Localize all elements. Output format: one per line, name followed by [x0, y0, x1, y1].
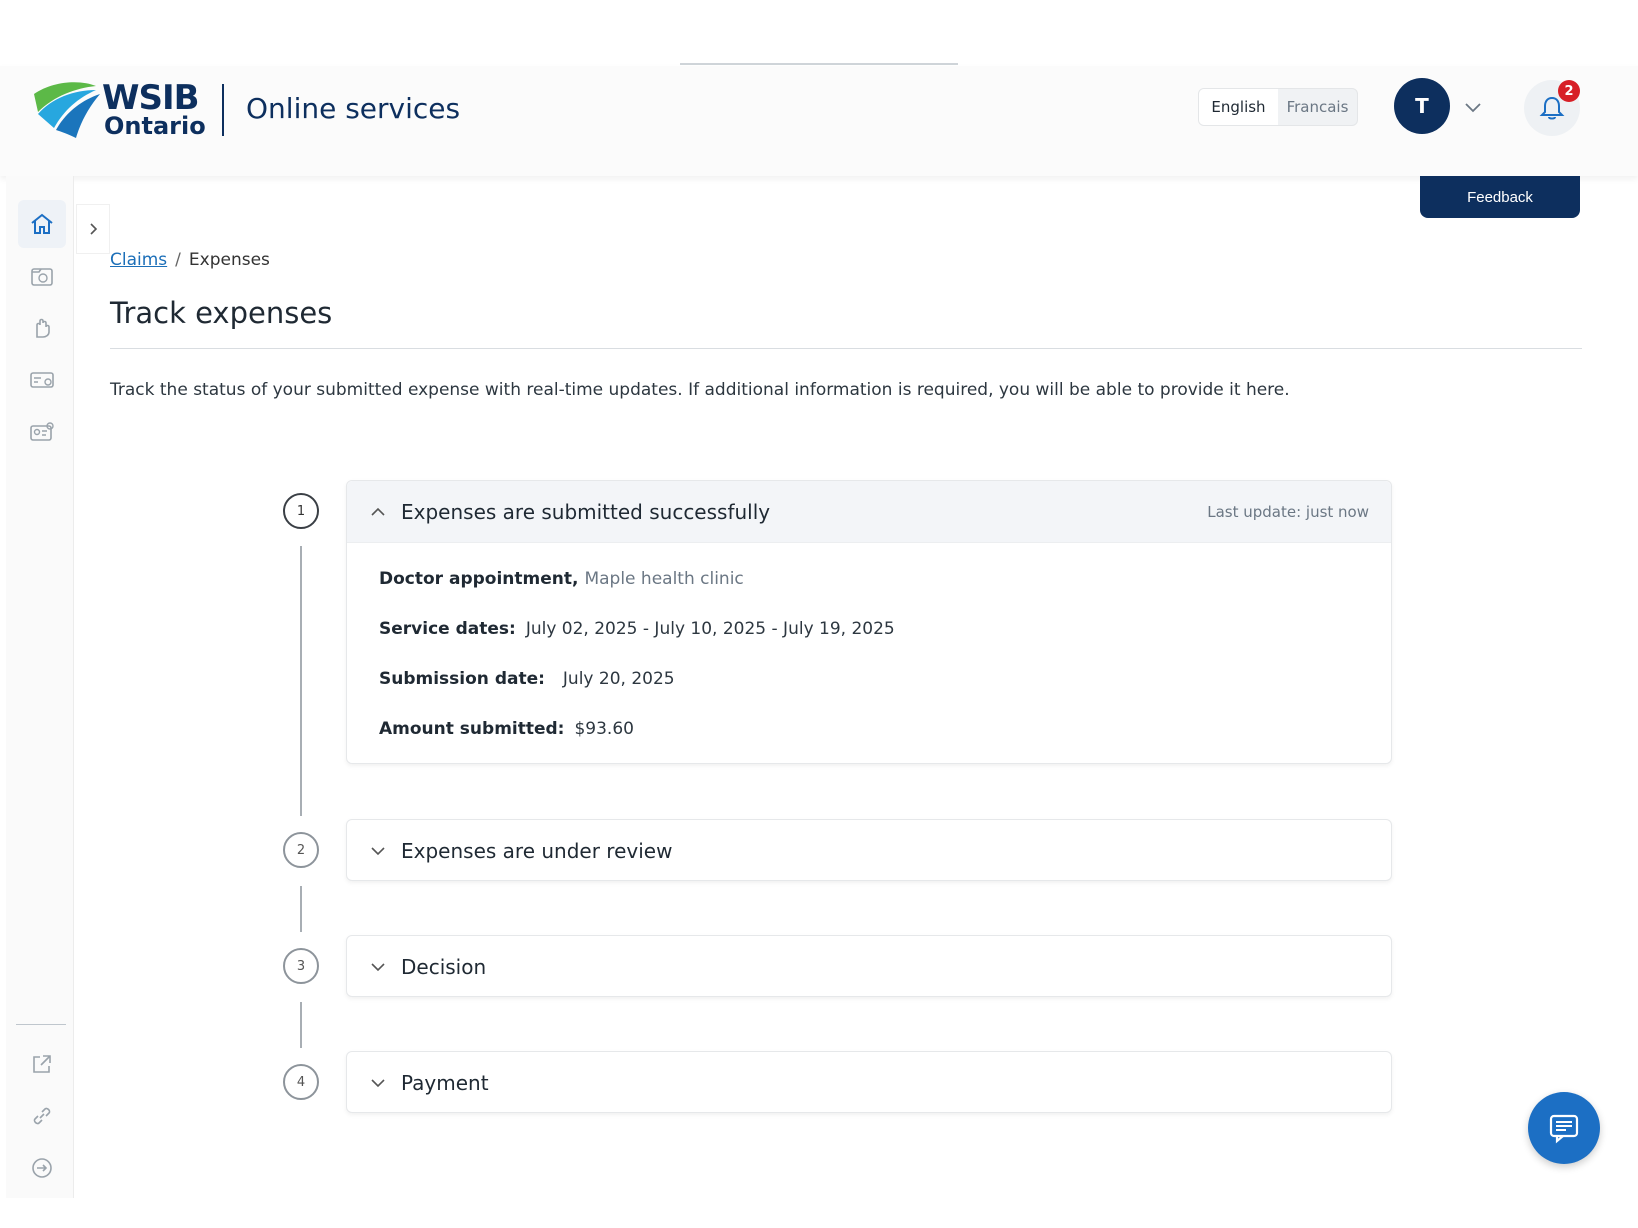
feedback-button[interactable]: Feedback	[1420, 176, 1580, 218]
breadcrumb: Claims / Expenses	[110, 250, 270, 270]
logo-region: Ontario	[104, 112, 206, 140]
step-header-payment[interactable]: Payment	[347, 1052, 1391, 1114]
hand-icon	[36, 318, 50, 338]
appointment-label: Doctor appointment,	[379, 569, 579, 589]
breadcrumb-separator: /	[175, 250, 181, 270]
sidebar-item-claims[interactable]	[18, 252, 66, 300]
step-card-review: Expenses are under review	[346, 819, 1392, 881]
profile-card-icon	[30, 422, 54, 441]
step-title: Payment	[401, 1071, 489, 1095]
step-title: Decision	[401, 955, 487, 979]
lang-english-button[interactable]: English	[1199, 89, 1278, 125]
appointment-row: Doctor appointment, Maple health clinic	[379, 569, 1359, 593]
chat-icon	[1549, 1114, 1579, 1144]
amount-label: Amount submitted:	[379, 719, 565, 739]
sidebar-item-logout[interactable]	[18, 1144, 66, 1192]
sidebar	[6, 176, 74, 1198]
chevron-down-icon	[371, 963, 385, 972]
sidebar-item-links[interactable]	[18, 1092, 66, 1140]
step-number-1: 1	[283, 493, 319, 529]
step-number-4: 4	[283, 1064, 319, 1100]
lang-french-button[interactable]: Francais	[1278, 89, 1357, 125]
service-dates-row: Service dates: July 02, 2025 - July 10, 2…	[379, 619, 1359, 643]
sidebar-item-care[interactable]	[18, 304, 66, 352]
chevron-down-icon[interactable]	[1462, 96, 1484, 118]
title-divider	[110, 348, 1582, 349]
chevron-right-icon	[90, 223, 98, 235]
payments-card-icon	[30, 372, 54, 388]
claims-folder-icon	[31, 268, 53, 286]
step-title: Expenses are under review	[401, 839, 673, 863]
app-title: Online services	[246, 92, 461, 125]
page-intro: Track the status of your submitted expen…	[110, 380, 1290, 400]
wsib-swoosh-icon	[34, 82, 100, 138]
sidebar-expand-button[interactable]	[76, 204, 110, 254]
submission-date-value: July 20, 2025	[562, 669, 675, 689]
page-title: Track expenses	[110, 296, 333, 330]
header-divider	[222, 84, 224, 136]
step-title: Expenses are submitted successfully	[401, 499, 771, 524]
submission-date-label: Submission date:	[379, 669, 545, 689]
chevron-down-icon	[371, 1079, 385, 1088]
notification-badge: 2	[1558, 80, 1580, 102]
breadcrumb-current: Expenses	[188, 250, 270, 270]
sidebar-divider	[16, 1024, 66, 1025]
breadcrumb-claims-link[interactable]: Claims	[110, 250, 167, 270]
appointment-provider: Maple health clinic	[584, 569, 744, 589]
site-header: WSIB Ontario Online services English Fra…	[0, 66, 1638, 176]
service-dates-value: July 02, 2025 - July 10, 2025 - July 19,…	[525, 619, 895, 639]
sidebar-item-profile[interactable]	[18, 408, 66, 456]
step-number-2: 2	[283, 832, 319, 868]
amount-value: $93.60	[574, 719, 634, 739]
amount-row: Amount submitted: $93.60	[379, 719, 1359, 743]
top-strip	[0, 0, 1638, 65]
timeline-connector	[300, 1002, 302, 1048]
language-switcher: English Francais	[1198, 88, 1358, 126]
step-details: Doctor appointment, Maple health clinic S…	[347, 543, 1391, 779]
submission-date-row: Submission date: July 20, 2025	[379, 669, 1359, 693]
sidebar-item-payments[interactable]	[18, 356, 66, 404]
timeline-connector	[300, 886, 302, 932]
step-number-3: 3	[283, 948, 319, 984]
step-card-submitted: Expenses are submitted successfully Last…	[346, 480, 1392, 764]
step-header-submitted[interactable]: Expenses are submitted successfully Last…	[347, 481, 1391, 543]
top-strip-line	[680, 63, 958, 65]
home-icon	[31, 213, 53, 234]
link-icon	[33, 1107, 51, 1125]
step-header-review[interactable]: Expenses are under review	[347, 820, 1391, 882]
sidebar-item-external[interactable]	[18, 1040, 66, 1088]
external-link-icon	[33, 1055, 51, 1073]
step-card-decision: Decision	[346, 935, 1392, 997]
chevron-up-icon	[371, 507, 385, 516]
chat-button[interactable]	[1528, 1092, 1600, 1164]
timeline-connector	[300, 546, 302, 816]
last-update-text: Last update: just now	[1207, 503, 1369, 521]
step-header-decision[interactable]: Decision	[347, 936, 1391, 998]
sidebar-item-home[interactable]	[18, 200, 66, 248]
chevron-down-icon	[371, 847, 385, 856]
user-avatar[interactable]: T	[1394, 78, 1450, 134]
step-card-payment: Payment	[346, 1051, 1392, 1113]
logout-icon	[32, 1158, 52, 1178]
service-dates-label: Service dates:	[379, 619, 516, 639]
